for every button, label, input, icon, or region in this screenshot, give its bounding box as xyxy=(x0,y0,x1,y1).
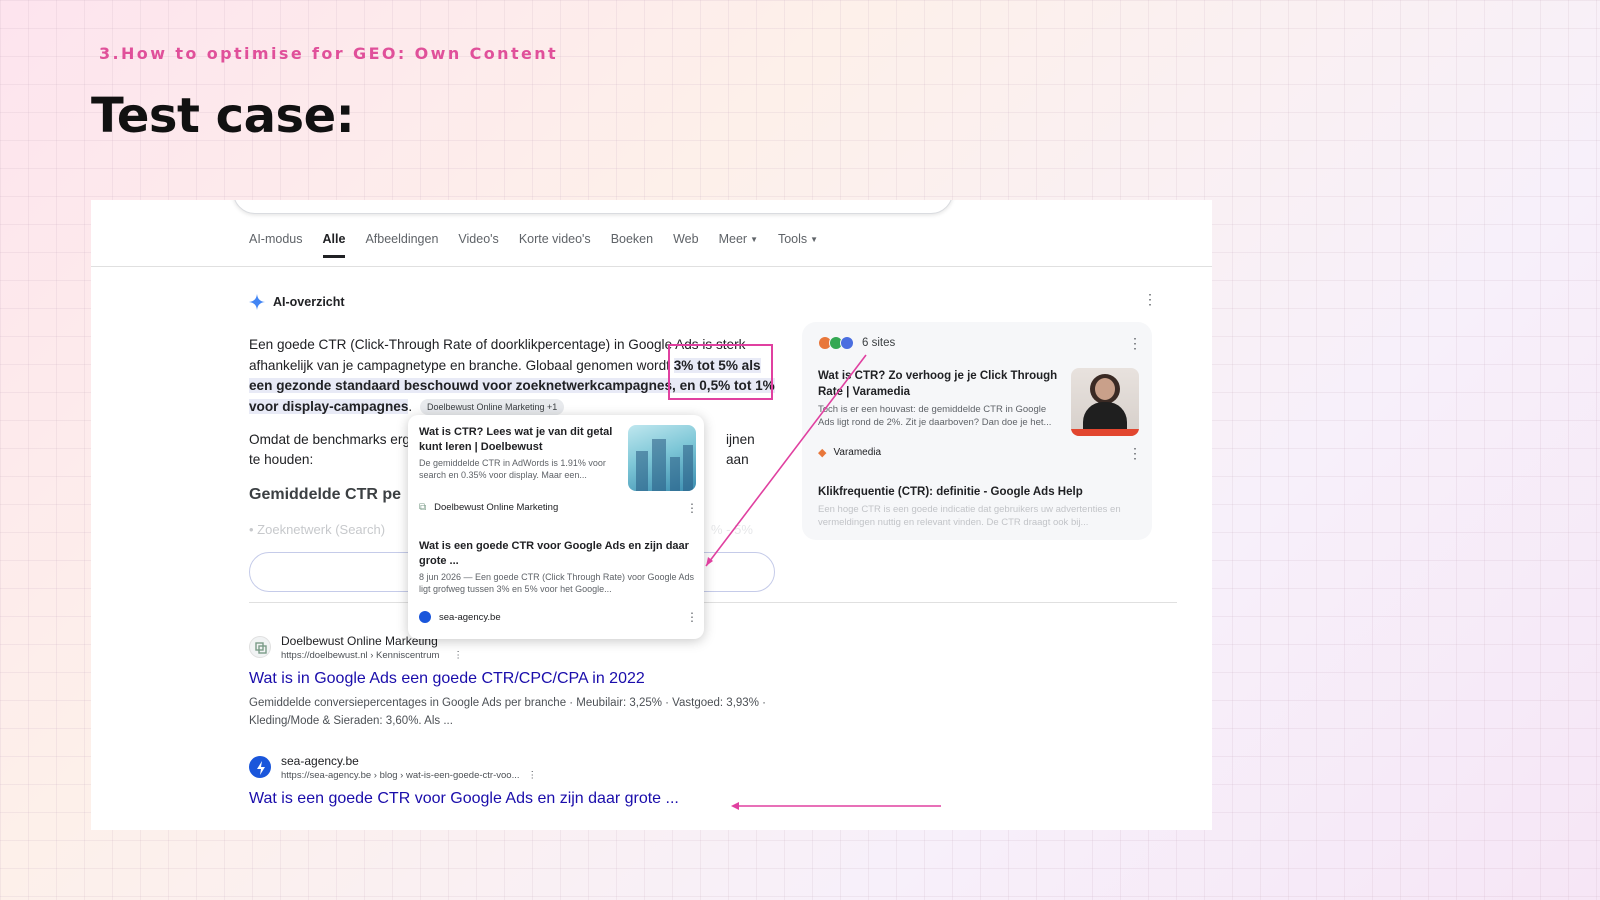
site-card[interactable]: Wat is CTR? Zo verhoog je je Click Throu… xyxy=(818,368,1064,429)
chevron-down-icon: ▼ xyxy=(810,235,819,245)
thumb-building xyxy=(683,445,693,491)
tab-boeken[interactable]: Boeken xyxy=(611,232,653,258)
spark-icon xyxy=(249,294,265,310)
source-popup: Wat is CTR? Lees wat je van dit getal ku… xyxy=(408,415,704,639)
annotation-highlight-box xyxy=(668,344,773,400)
kebab-icon[interactable]: ⋮ xyxy=(686,611,698,623)
tab-meer[interactable]: Meer ▼ xyxy=(719,232,758,258)
tab-ai-modus[interactable]: AI-modus xyxy=(249,232,303,258)
source-chip[interactable]: Doelbewust Online Marketing +1 xyxy=(419,398,565,415)
varamedia-logo-icon: ◆ xyxy=(818,447,827,459)
thumb-building xyxy=(652,439,666,491)
faded-bullet: • Zoeknetwerk (Search) xyxy=(249,522,386,537)
result-title-link[interactable]: Wat is een goede CTR voor Google Ads en … xyxy=(249,790,679,808)
popup-title[interactable]: Wat is CTR? Lees wat je van dit getal ku… xyxy=(419,425,624,455)
popup-desc: 8 jun 2026 — Een goede CTR (Click Throug… xyxy=(419,572,694,594)
popup-thumbnail xyxy=(628,425,696,491)
favicon-doelbewust xyxy=(249,636,271,658)
popup-source[interactable]: ⧉ Doelbewust Online Marketing xyxy=(419,502,558,513)
sites-panel: 6 sites ⋮ Wat is CTR? Zo verhoog je je C… xyxy=(802,322,1152,540)
tab-videos[interactable]: Video's xyxy=(458,232,498,258)
result-url[interactable]: https://doelbewust.nl › Kenniscentrum ⋮ xyxy=(281,650,463,661)
tab-alle[interactable]: Alle xyxy=(322,232,346,258)
ai-overview-subheading: Gemiddelde CTR pe xyxy=(249,486,402,503)
site-card-desc: Toch is er een houvast: de gemiddelde CT… xyxy=(818,404,1052,428)
chevron-down-icon: ▼ xyxy=(750,235,758,245)
kebab-icon[interactable]: ⋮ xyxy=(1128,336,1142,350)
slide-title: Test case: xyxy=(91,88,355,144)
popup-source-card[interactable]: Wat is CTR? Lees wat je van dit getal ku… xyxy=(419,425,624,481)
result-title-link[interactable]: Wat is in Google Ads een goede CTR/CPC/C… xyxy=(249,670,645,688)
site-card-title[interactable]: Klikfrequentie (CTR): definitie - Google… xyxy=(818,484,1140,500)
kebab-icon[interactable]: ⋮ xyxy=(1128,446,1142,460)
thumb-face xyxy=(1095,378,1115,400)
thumb-brand-bar xyxy=(1071,429,1139,436)
result-site-name[interactable]: sea-agency.be xyxy=(281,754,359,768)
popup-desc: De gemiddelde CTR in AdWords is 1.91% vo… xyxy=(419,458,606,480)
search-result: Doelbewust Online Marketing https://doel… xyxy=(249,634,849,734)
site-card-desc: Een hoge CTR is een goede indicatie dat … xyxy=(818,504,1121,528)
search-tabs: AI-modus Alle Afbeeldingen Video's Korte… xyxy=(249,232,838,258)
site-card[interactable]: Klikfrequentie (CTR): definitie - Google… xyxy=(818,484,1140,529)
kebab-icon[interactable]: ⋮ xyxy=(686,502,698,514)
site-card-thumbnail xyxy=(1071,368,1139,436)
sites-count: 6 sites xyxy=(862,337,896,349)
tab-web[interactable]: Web xyxy=(673,232,698,258)
site-card-source[interactable]: ◆ Varamedia xyxy=(818,446,881,459)
thumb-building xyxy=(636,451,648,491)
kebab-icon[interactable]: ⋮ xyxy=(528,770,538,781)
ai-overview-label: AI-overzicht xyxy=(273,295,345,309)
result-snippet: Gemiddelde conversiepercentages in Googl… xyxy=(249,697,766,727)
tab-tools[interactable]: Tools ▼ xyxy=(778,232,818,258)
popup-title[interactable]: Wat is een goede CTR voor Google Ads en … xyxy=(419,539,697,569)
doelbewust-icon xyxy=(255,642,267,654)
search-result: sea-agency.be https://sea-agency.be › bl… xyxy=(249,754,849,824)
kebab-icon[interactable]: ⋮ xyxy=(453,650,463,661)
lightning-icon xyxy=(419,611,431,623)
favicon-sea-agency xyxy=(840,336,854,350)
popup-source[interactable]: sea-agency.be xyxy=(419,611,501,623)
tabs-divider xyxy=(91,266,1212,267)
result-url[interactable]: https://sea-agency.be › blog › wat-is-ee… xyxy=(281,770,537,781)
popup-source-card[interactable]: Wat is een goede CTR voor Google Ads en … xyxy=(419,539,697,595)
kebab-icon[interactable]: ⋮ xyxy=(1143,292,1157,306)
tab-korte-videos[interactable]: Korte video's xyxy=(519,232,591,258)
faded-value: % - 5% xyxy=(711,522,753,537)
slide-kicker: 3.How to optimise for GEO: Own Content xyxy=(99,44,559,63)
favicon-sea-agency xyxy=(249,756,271,778)
site-card-title[interactable]: Wat is CTR? Zo verhoog je je Click Throu… xyxy=(818,368,1064,400)
results-divider xyxy=(249,602,1177,603)
lightning-icon xyxy=(257,761,265,775)
search-screenshot: AI-modus Alle Afbeeldingen Video's Korte… xyxy=(91,200,1212,830)
sites-header[interactable]: 6 sites xyxy=(818,336,895,350)
search-bar[interactable] xyxy=(233,200,953,214)
doelbewust-icon: ⧉ xyxy=(419,502,427,513)
tab-afbeeldingen[interactable]: Afbeeldingen xyxy=(365,232,438,258)
thumb-building xyxy=(670,457,680,491)
ai-overview-header: AI-overzicht xyxy=(249,294,345,310)
